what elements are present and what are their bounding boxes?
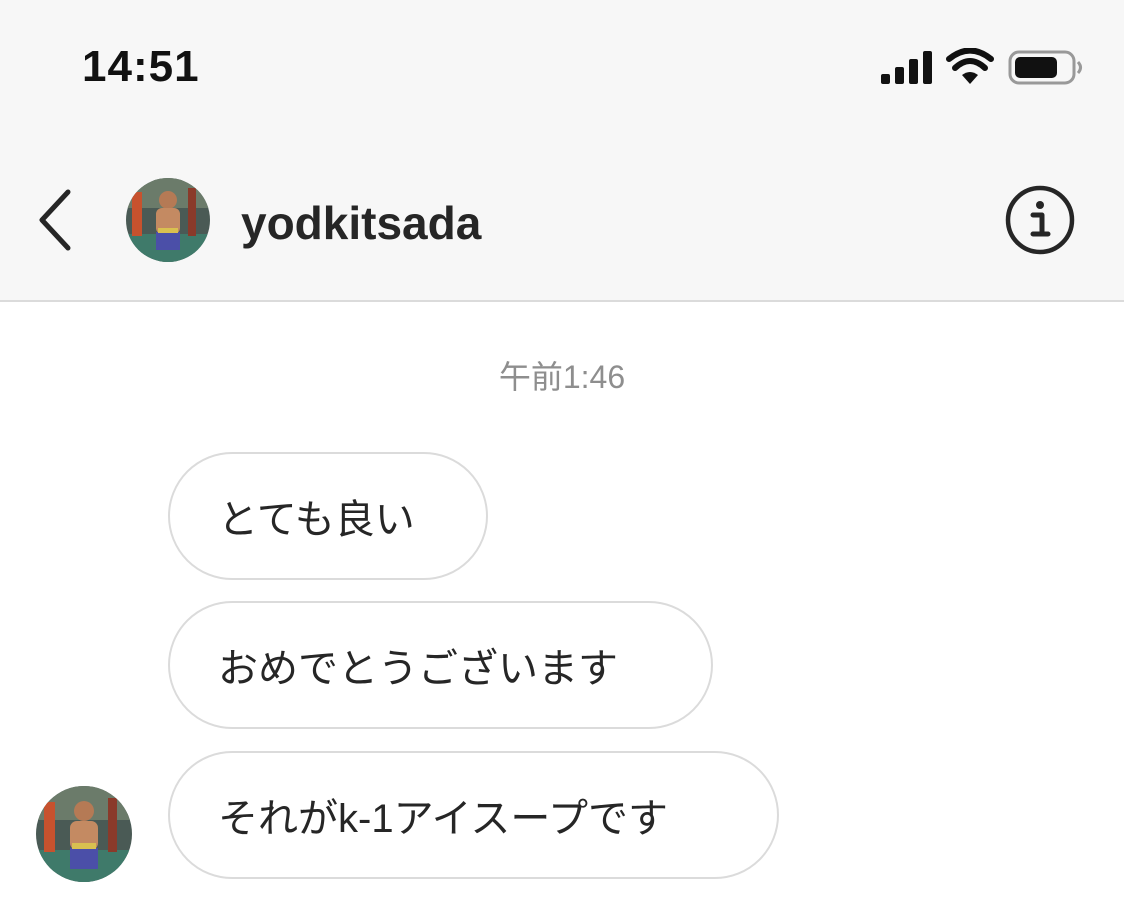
message-bubble[interactable]: おめでとうございます — [168, 601, 713, 729]
battery-icon — [1008, 50, 1082, 85]
sender-avatar[interactable] — [36, 786, 132, 882]
message-text: おめでとうございます — [218, 647, 618, 691]
header-avatar[interactable] — [126, 178, 210, 262]
top-area: 14:51 yodkitsada — [0, 0, 1124, 302]
wifi-icon — [946, 48, 994, 84]
message-bubble[interactable]: とても良い — [168, 452, 488, 580]
message-text: それがk-1アイスープです — [218, 797, 668, 841]
info-icon[interactable] — [1004, 184, 1076, 256]
chat-username[interactable]: yodkitsada — [241, 196, 481, 250]
message-bubble[interactable]: それがk-1アイスープです — [168, 751, 779, 879]
message-timestamp: 午前1:46 — [498, 359, 626, 395]
status-time: 14:51 — [82, 42, 200, 91]
back-chevron-icon[interactable] — [36, 188, 76, 252]
message-text: とても良い — [218, 498, 415, 542]
cellular-signal-icon — [881, 51, 932, 84]
